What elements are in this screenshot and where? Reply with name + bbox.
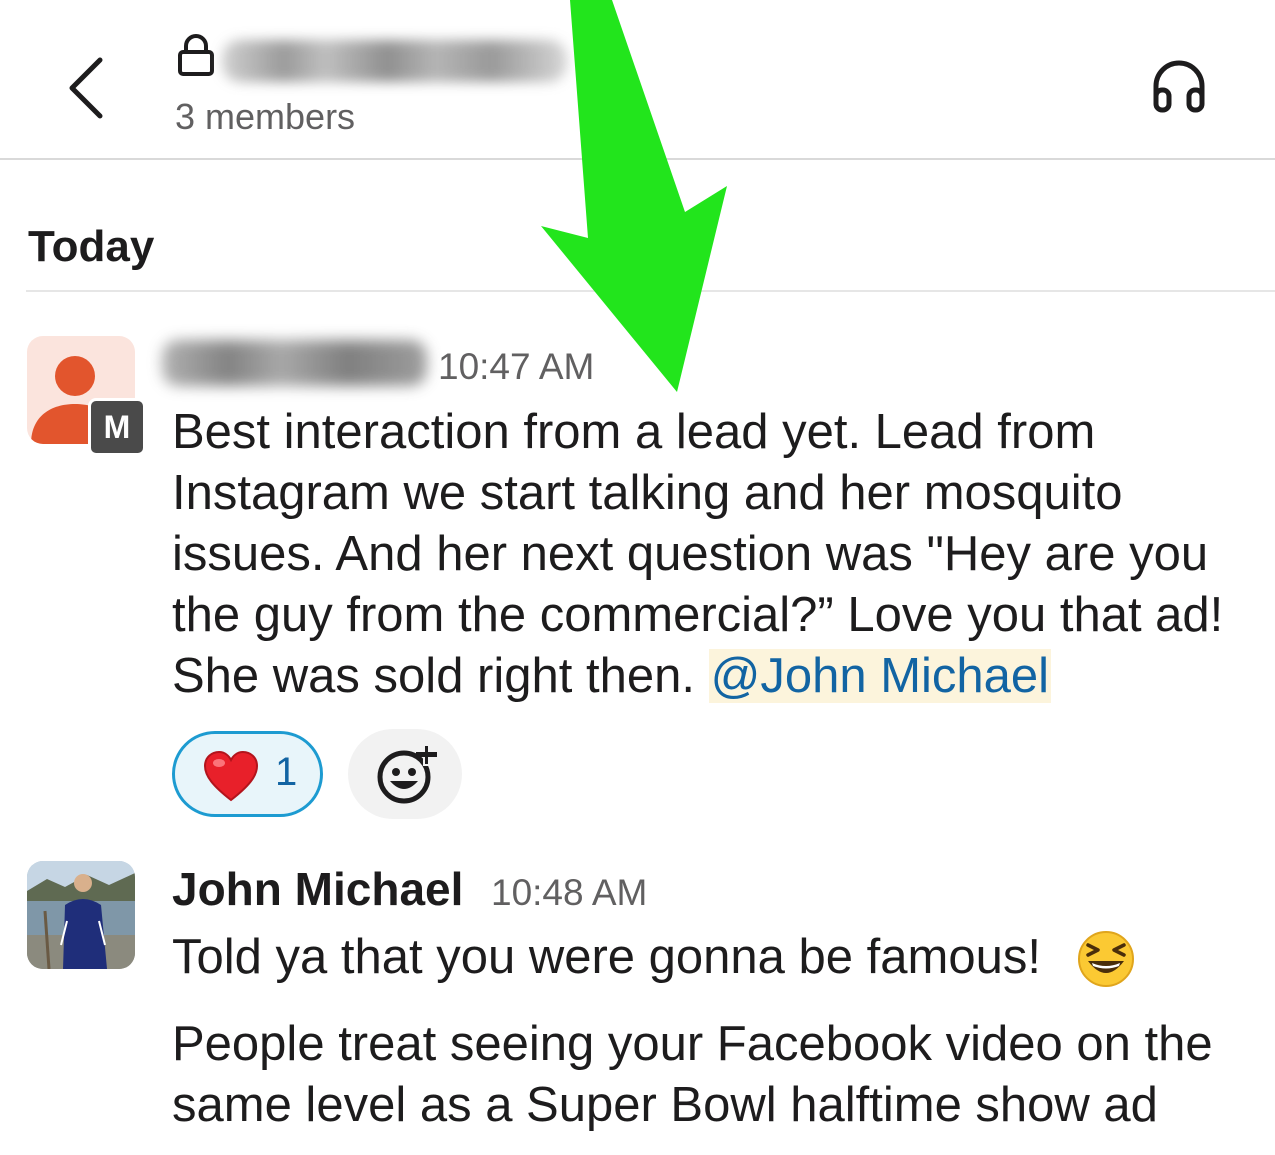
message-text: People treat seeing your Facebook video … — [172, 1017, 1213, 1132]
user-mention[interactable]: @John Michael — [708, 649, 1052, 703]
add-reaction-button[interactable] — [348, 729, 462, 819]
user-photo-avatar — [27, 861, 135, 969]
message-timestamp[interactable]: 10:47 AM — [438, 346, 594, 388]
avatar-badge: M — [88, 398, 146, 456]
back-button[interactable] — [58, 48, 118, 128]
channel-name-redacted[interactable] — [222, 40, 567, 82]
avatar[interactable] — [27, 861, 135, 969]
message-text: Best interaction from a lead yet. Lead f… — [172, 402, 1252, 707]
heart-reaction-button[interactable]: 1 — [172, 731, 323, 817]
headphones-icon — [1153, 60, 1205, 113]
message-body: Best interaction from a lead yet. Lead f… — [172, 405, 1224, 703]
day-divider-label: Today — [28, 222, 155, 271]
huddle-button[interactable] — [1148, 56, 1210, 118]
chevron-left-icon — [69, 57, 103, 119]
lock-icon — [178, 34, 214, 76]
sender-name[interactable]: John Michael — [172, 862, 463, 916]
message-timestamp[interactable]: 10:48 AM — [491, 872, 647, 914]
member-count[interactable]: 3 members — [175, 96, 355, 138]
reaction-count: 1 — [275, 750, 298, 794]
heart-emoji-icon — [203, 750, 259, 802]
add-emoji-icon — [377, 744, 437, 804]
message-text: Told ya that you were gonna be famous! — [172, 930, 1041, 984]
laughing-squint-emoji-icon — [1078, 931, 1134, 987]
channel-header: 3 members — [0, 0, 1275, 160]
day-divider-line — [26, 290, 1275, 292]
sender-name-redacted[interactable] — [162, 340, 427, 386]
